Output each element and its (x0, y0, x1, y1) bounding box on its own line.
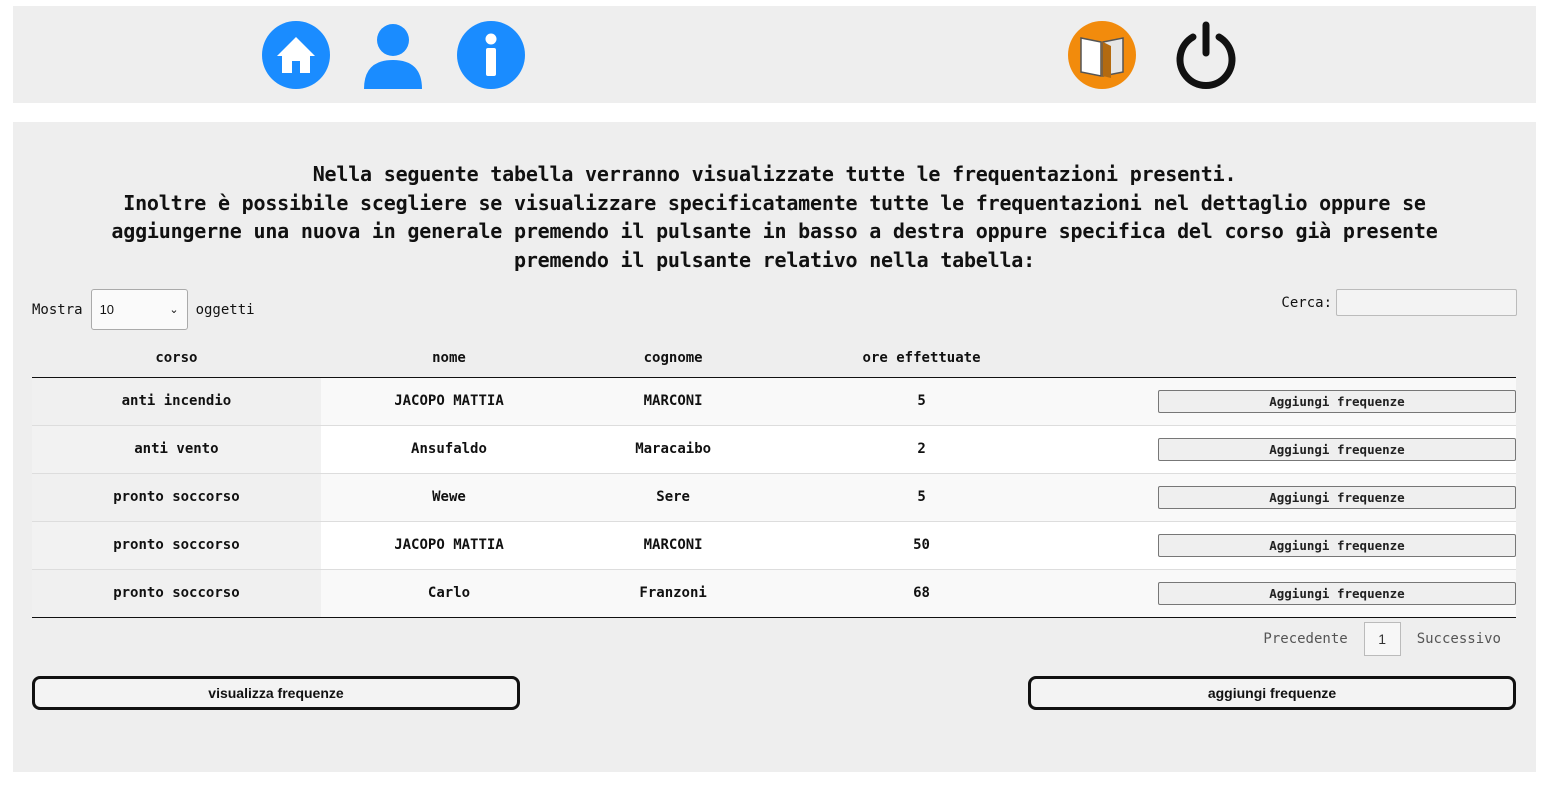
pagination-current-page[interactable]: 1 (1363, 622, 1401, 656)
search-control: Cerca: (1281, 289, 1517, 316)
cell-cognome: MARCONI (577, 520, 770, 569)
cell-corso: anti incendio (32, 377, 321, 425)
items-label: oggetti (195, 301, 255, 318)
column-header-ore[interactable]: ore effettuate (769, 339, 1074, 378)
intro-line: aggiungerne una nuova in generale premen… (111, 219, 1438, 243)
table-header-row: corso nome cognome ore effettuate (32, 339, 1516, 378)
cell-nome: JACOPO MATTIA (320, 377, 578, 425)
cell-action: Aggiungi frequenze (1073, 472, 1516, 521)
cell-corso: pronto soccorso (32, 520, 321, 569)
table-row: anti incendio JACOPO MATTIA MARCONI 5 Ag… (32, 377, 1516, 425)
cell-ore: 2 (769, 424, 1074, 473)
cell-nome: Ansufaldo (320, 424, 578, 473)
cell-action: Aggiungi frequenze (1073, 377, 1516, 425)
intro-text: Nella seguente tabella verranno visualiz… (53, 160, 1496, 274)
cell-cognome: Sere (577, 472, 770, 521)
pagination-next[interactable]: Successivo (1401, 631, 1517, 647)
search-label: Cerca: (1281, 294, 1332, 311)
cell-cognome: Maracaibo (577, 424, 770, 473)
aggiungi-frequenze-row-button[interactable]: Aggiungi frequenze (1157, 485, 1516, 509)
cell-nome: JACOPO MATTIA (320, 520, 578, 569)
info-icon[interactable] (456, 20, 526, 90)
cell-cognome: Franzoni (577, 568, 770, 618)
power-icon[interactable] (1171, 20, 1241, 90)
aggiungi-frequenze-row-button[interactable]: Aggiungi frequenze (1157, 533, 1516, 557)
cell-action: Aggiungi frequenze (1073, 424, 1516, 473)
user-icon[interactable] (358, 20, 428, 90)
page-length-value: 10 (99, 302, 115, 317)
cell-corso: pronto soccorso (32, 472, 321, 521)
search-input[interactable] (1336, 289, 1517, 316)
cell-ore: 50 (769, 520, 1074, 569)
table-row: pronto soccorso Carlo Franzoni 68 Aggiun… (32, 568, 1516, 618)
column-header-cognome[interactable]: cognome (577, 339, 770, 378)
cell-action: Aggiungi frequenze (1073, 520, 1516, 569)
column-header-nome[interactable]: nome (320, 339, 578, 378)
pagination-previous[interactable]: Precedente (1247, 631, 1363, 647)
aggiungi-frequenze-button[interactable]: aggiungi frequenze (1028, 676, 1516, 710)
intro-line: Inoltre è possibile scegliere se visuali… (123, 190, 1426, 215)
intro-line: premendo il pulsante relativo nella tabe… (513, 247, 1035, 272)
cell-ore: 5 (769, 472, 1074, 521)
table-row: pronto soccorso Wewe Sere 5 Aggiungi fre… (32, 472, 1516, 521)
cell-cognome: MARCONI (577, 377, 770, 425)
pagination: Precedente 1 Successivo (1247, 622, 1517, 656)
chevron-down-icon: ⌄ (169, 304, 179, 316)
table-row: anti vento Ansufaldo Maracaibo 2 Aggiung… (32, 424, 1516, 473)
column-header-corso[interactable]: corso (32, 339, 321, 378)
cell-corso: pronto soccorso (32, 568, 321, 618)
cell-nome: Carlo (320, 568, 578, 618)
aggiungi-frequenze-row-button[interactable]: Aggiungi frequenze (1157, 437, 1516, 461)
cell-nome: Wewe (320, 472, 578, 521)
visualizza-frequenze-button[interactable]: visualizza frequenze (32, 676, 520, 710)
table-row: pronto soccorso JACOPO MATTIA MARCONI 50… (32, 520, 1516, 569)
book-icon[interactable] (1067, 20, 1137, 90)
column-header-actions (1073, 339, 1516, 378)
cell-ore: 5 (769, 377, 1074, 425)
cell-ore: 68 (769, 568, 1074, 618)
cell-action: Aggiungi frequenze (1073, 568, 1516, 618)
intro-line: Nella seguente tabella verranno visualiz… (312, 162, 1237, 186)
aggiungi-frequenze-row-button[interactable]: Aggiungi frequenze (1157, 389, 1516, 413)
top-navbar (13, 6, 1536, 103)
page-length-control: Mostra 10 ⌄ oggetti (32, 289, 255, 330)
content-panel: Nella seguente tabella verranno visualiz… (13, 122, 1536, 772)
page-length-select[interactable]: 10 ⌄ (90, 289, 188, 330)
aggiungi-frequenze-row-button[interactable]: Aggiungi frequenze (1157, 581, 1516, 605)
home-icon[interactable] (261, 20, 331, 90)
frequentazioni-table: corso nome cognome ore effettuate anti i… (32, 339, 1516, 618)
cell-corso: anti vento (32, 424, 321, 473)
show-label: Mostra (32, 301, 83, 318)
